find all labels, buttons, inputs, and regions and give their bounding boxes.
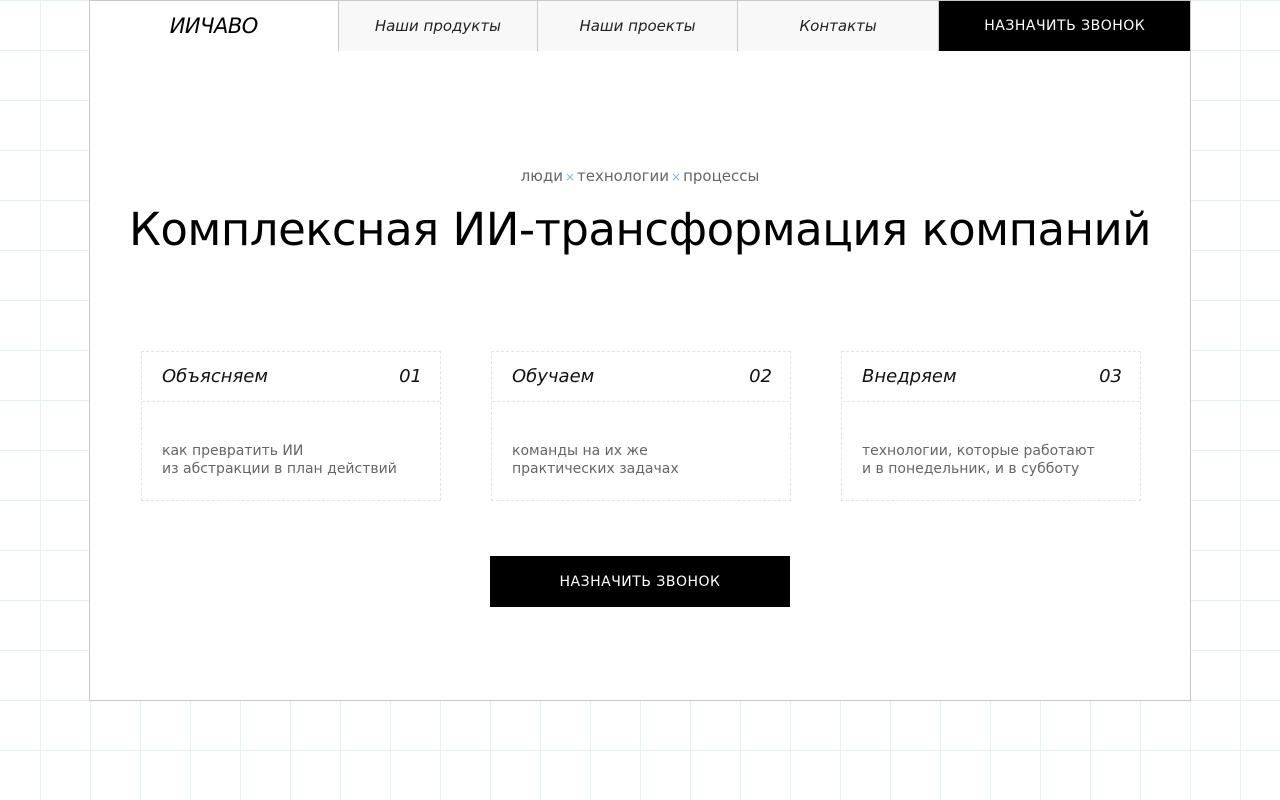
navbar: ИИЧАВО Наши продукты Наши проекты Контак… xyxy=(90,1,1191,51)
nav-link-products[interactable]: Наши продукты xyxy=(338,1,539,51)
schedule-call-hero-button[interactable]: НАЗНАЧИТЬ ЗВОНОК xyxy=(490,556,790,607)
tagline-word: люди xyxy=(520,167,563,185)
tagline-word: процессы xyxy=(683,167,760,185)
nav-link-projects[interactable]: Наши проекты xyxy=(538,1,738,51)
card-header: Обучаем 02 xyxy=(492,352,790,402)
feature-card-train: Обучаем 02 команды на их же практических… xyxy=(491,351,791,501)
hero-title: Комплексная ИИ-трансформация компаний xyxy=(128,203,1152,256)
card-description: технологии, которые работают и в понедел… xyxy=(842,402,1140,478)
tagline-word: технологии xyxy=(577,167,670,185)
feature-card-explain: Объясняем 01 как превратить ИИ из абстра… xyxy=(141,351,441,501)
feature-card-implement: Внедряем 03 технологии, которые работают… xyxy=(841,351,1141,501)
card-number: 03 xyxy=(1099,366,1122,387)
card-title: Обучаем xyxy=(512,366,595,387)
card-description-line: практических задачах xyxy=(512,461,679,477)
card-description: как превратить ИИ из абстракции в план д… xyxy=(142,402,440,478)
card-description-line: из абстракции в план действий xyxy=(162,461,397,477)
card-description-line: команды на их же xyxy=(512,443,648,459)
card-description-line: и в понедельник, и в субботу xyxy=(862,461,1080,477)
tagline-separator: × xyxy=(671,170,682,184)
card-description-line: как превратить ИИ xyxy=(162,443,304,459)
tagline-separator: × xyxy=(564,170,576,184)
card-title: Объясняем xyxy=(162,366,268,387)
logo[interactable]: ИИЧАВО xyxy=(90,1,339,51)
page-frame: ИИЧАВО Наши продукты Наши проекты Контак… xyxy=(89,0,1191,701)
card-title: Внедряем xyxy=(862,366,957,387)
card-header: Объясняем 01 xyxy=(142,352,440,402)
card-number: 01 xyxy=(399,366,422,387)
card-description-line: технологии, которые работают xyxy=(862,443,1095,459)
card-header: Внедряем 03 xyxy=(842,352,1140,402)
card-description: команды на их же практических задачах xyxy=(492,402,790,478)
card-number: 02 xyxy=(749,366,772,387)
hero-tagline: люди × технологии × процессы xyxy=(90,167,1190,185)
nav-link-contacts[interactable]: Контакты xyxy=(737,1,940,51)
schedule-call-nav-button[interactable]: НАЗНАЧИТЬ ЗВОНОК xyxy=(939,1,1191,51)
